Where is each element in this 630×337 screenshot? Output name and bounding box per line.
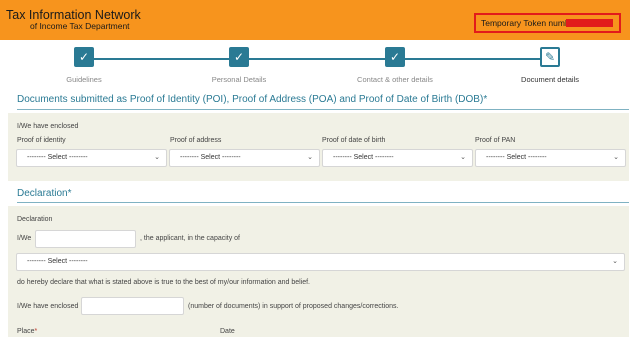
chevron-down-icon: ⌄ — [307, 154, 313, 161]
app-header: Tax Information Network of Income Tax De… — [0, 0, 630, 40]
temporary-token-box: Temporary Token number: — [474, 13, 621, 33]
proof-identity-label: Proof of identity — [17, 137, 66, 144]
proof-address-value: -------- Select -------- — [180, 154, 241, 161]
declaration-title-text: Declaration — [17, 188, 68, 199]
capacity-text: , the applicant, in the capacity of — [140, 235, 241, 242]
proof-address-label: Proof of address — [170, 137, 222, 144]
capacity-select-value: -------- Select -------- — [27, 258, 88, 265]
declaration-section-title: Declaration* — [17, 188, 72, 199]
token-label: Temporary Token number: — [481, 18, 580, 28]
stepper-track — [84, 58, 544, 60]
required-mark: * — [483, 94, 488, 105]
proof-dob-value: -------- Select -------- — [333, 154, 394, 161]
documents-enclosed-suffix: (number of documents) in support of prop… — [188, 303, 399, 310]
step-label-document: Document details — [521, 75, 579, 84]
chevron-down-icon: ⌄ — [460, 154, 466, 161]
enclosed-label: I/We have enclosed — [17, 123, 79, 130]
declaration-divider — [17, 202, 629, 203]
proof-pan-select[interactable]: -------- Select -------- ⌄ — [475, 149, 626, 167]
token-redacted-value — [566, 19, 613, 27]
chevron-down-icon: ⌄ — [612, 258, 618, 265]
declare-text: do hereby declare that what is stated ab… — [17, 279, 311, 286]
documents-divider — [17, 109, 629, 110]
documents-count-input[interactable] — [81, 297, 184, 315]
required-mark: * — [67, 188, 72, 199]
place-label: Place* — [17, 328, 37, 335]
brand-subtitle: of Income Tax Department — [30, 21, 130, 31]
step-contact-done-icon[interactable]: ✓ — [385, 47, 405, 67]
chevron-down-icon: ⌄ — [154, 154, 160, 161]
step-document-edit-icon[interactable]: ✎ — [540, 47, 560, 67]
place-required-mark: * — [34, 328, 38, 335]
iwe-label: I/We — [17, 235, 32, 242]
applicant-name-input[interactable] — [35, 230, 136, 248]
chevron-down-icon: ⌄ — [613, 154, 619, 161]
documents-enclosed-label: I/We have enclosed — [17, 303, 79, 310]
proof-pan-label: Proof of PAN — [475, 137, 516, 144]
capacity-select[interactable]: -------- Select -------- ⌄ — [16, 253, 625, 271]
place-label-text: Place — [17, 328, 35, 335]
step-label-contact: Contact & other details — [357, 75, 433, 84]
proof-dob-label: Proof of date of birth — [322, 137, 386, 144]
proof-pan-value: -------- Select -------- — [486, 154, 547, 161]
declaration-label: Declaration — [17, 216, 53, 223]
step-label-guidelines: Guidelines — [66, 75, 102, 84]
step-personal-done-icon[interactable]: ✓ — [229, 47, 249, 67]
declaration-panel: Declaration I/We , the applicant, in the… — [8, 206, 629, 337]
proof-identity-select[interactable]: -------- Select -------- ⌄ — [16, 149, 167, 167]
date-label: Date — [220, 328, 235, 335]
proof-identity-value: -------- Select -------- — [27, 154, 88, 161]
documents-panel: I/We have enclosed Proof of identity Pro… — [8, 113, 629, 181]
documents-title-text: Documents submitted as Proof of Identity… — [17, 94, 484, 105]
proof-dob-select[interactable]: -------- Select -------- ⌄ — [322, 149, 473, 167]
proof-address-select[interactable]: -------- Select -------- ⌄ — [169, 149, 320, 167]
step-label-personal: Personal Details — [211, 75, 267, 84]
documents-section-title: Documents submitted as Proof of Identity… — [17, 94, 487, 105]
step-guidelines-done-icon[interactable]: ✓ — [74, 47, 94, 67]
brand-title: Tax Information Network — [6, 8, 141, 22]
